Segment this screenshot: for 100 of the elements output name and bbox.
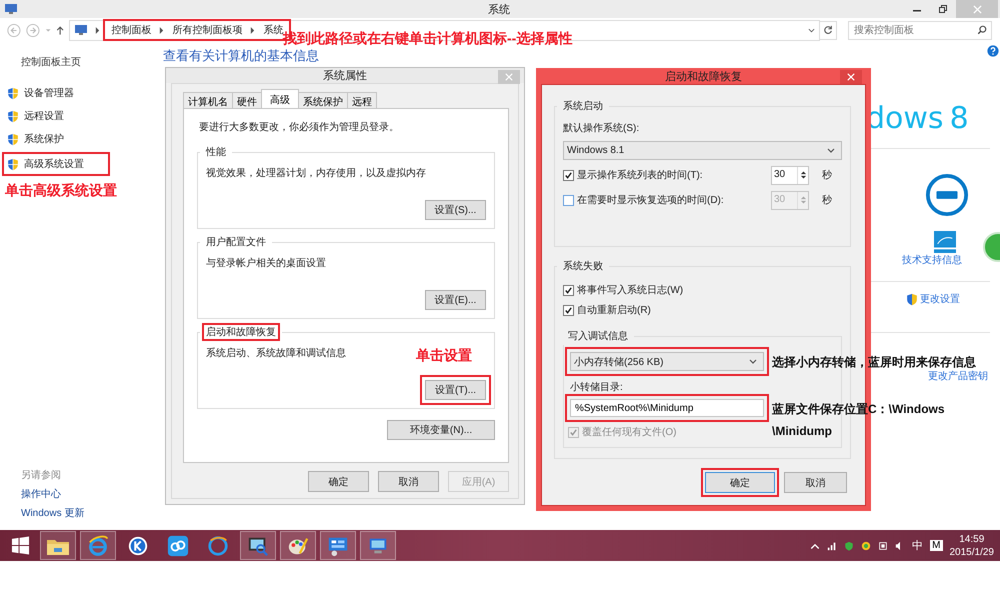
dialog-button[interactable]: 取消 [784,472,847,493]
computer-icon [4,3,18,15]
taskbar-app[interactable] [320,531,356,560]
sidebar-link[interactable]: 远程设置 [24,109,64,123]
checkmark-icon [564,170,573,180]
shield-icon[interactable] [844,540,854,550]
computer-icon [74,24,88,36]
sidebar-link[interactable]: 控制面板主页 [21,55,81,69]
checkbox-label: 显示操作系统列表的时间(T): [577,168,703,182]
tab[interactable]: 计算机名 [183,92,233,108]
checkbox-label: 自动重新启动(R) [577,304,651,317]
score-badge [980,232,1000,262]
breadcrumb-item[interactable]: 控制面板 [111,23,152,37]
close-icon [847,73,855,81]
group-title: 用户配置文件 [205,236,267,250]
restore-icon [938,4,948,14]
app-tray-icon[interactable] [861,540,872,550]
sidebar-link[interactable]: Windows 更新 [21,506,160,520]
group-description: 与登录帐户相关的桌面设置 [206,256,326,270]
up-arrow-icon[interactable] [56,24,64,36]
group-title: 系统失败 [562,260,604,274]
device-icon[interactable] [878,540,888,550]
taskbar-app[interactable] [280,531,316,560]
taskbar-app[interactable] [40,531,76,560]
group-title: 性能 [204,146,227,160]
settings-button[interactable]: 设置(T)... [425,380,486,400]
window-title: 系统 [488,2,510,17]
input-mode-indicator[interactable]: M [930,540,942,551]
taskbar-app[interactable] [240,531,276,560]
sidebar-link[interactable]: 操作中心 [21,487,160,501]
checkmark-icon [564,306,573,314]
tab[interactable]: 远程 [347,92,377,108]
environment-variables-button[interactable]: 环境变量(N)... [387,420,495,440]
taskbar-app[interactable] [80,531,116,560]
network-icon[interactable] [827,540,838,550]
clock-date: 2015/1/29 [950,546,994,558]
close-button[interactable] [840,70,862,84]
dialog-title: 系统属性 [323,68,367,83]
checkbox[interactable] [563,304,574,316]
windows-logo-icon[interactable] [11,536,30,555]
checkmark-icon [569,428,578,436]
dialog-button[interactable]: 确定 [308,471,369,492]
breadcrumb-item[interactable]: 系统 [263,23,284,37]
checkmark-icon [564,286,573,294]
logo-icon [925,173,969,217]
search-icon [977,24,987,34]
unit-label: 秒 [822,194,832,207]
settings-link[interactable]: 更改设置 [920,292,960,306]
breadcrumb-item[interactable]: 所有控制面板项 [172,23,242,37]
spinner-arrows-icon [800,194,806,206]
sidebar-link[interactable]: 系统保护 [24,132,64,146]
os-dropdown[interactable]: Windows 8.1 [563,141,842,160]
dump-type-dropdown[interactable]: 小内存转储(256 KB) [570,352,764,371]
dialog-button[interactable]: 取消 [378,471,439,492]
spinner-arrows-icon [800,169,806,181]
settings-button[interactable]: 设置(S)... [425,200,486,220]
k-circle-icon [127,534,149,556]
highlighted-group-title: 启动和故障恢复 [202,323,280,341]
sidebar-link[interactable]: 设备管理器 [24,86,74,100]
shield-icon [7,158,19,170]
browser-icon [207,534,229,556]
dropdown-icon[interactable] [808,26,816,34]
tab[interactable]: 硬件 [232,92,262,108]
shield-icon [7,86,19,100]
unit-label: 秒 [822,168,832,182]
tab[interactable]: 系统保护 [298,92,348,108]
dump-directory-field[interactable]: %SystemRoot%\Minidump [570,399,764,417]
shield-icon [7,132,19,146]
page-heading: 查看有关计算机的基本信息 [163,47,319,65]
product-key-link[interactable]: 更改产品密钥 [928,369,988,383]
input-method-indicator[interactable]: 中 [912,538,924,553]
field-label: 默认操作系统(S): [563,122,640,135]
browser-icon [87,534,109,556]
refresh-button[interactable] [820,20,837,40]
sidebar-link[interactable]: 高级系统设置 [24,157,84,171]
annotation-text: 找到此路径或在右键单击计算机图标--选择属性 [283,30,572,48]
section-heading: 另请参阅 [21,468,62,482]
annotation-text: 单击高级系统设置 [5,182,117,200]
close-icon [505,73,513,81]
dialog-title: 启动和故障恢复 [665,70,742,84]
chevron-icon [159,26,164,34]
support-link[interactable]: 技术支持信息 [902,253,962,267]
caret-icon [827,148,835,154]
dialog-button[interactable]: 确定 [705,472,775,493]
shield-icon [906,292,918,306]
checkbox[interactable] [563,284,574,296]
search-field[interactable]: 搜索控制面板 [848,20,992,40]
settings-button[interactable]: 设置(E)... [425,290,486,310]
number-spinner[interactable]: 30 [771,166,809,184]
shield-icon [7,110,19,122]
tab[interactable]: 高级 [261,89,299,108]
help-icon[interactable] [987,45,999,57]
info-text: 要进行大多数更改，你必须作为管理员登录。 [199,120,400,134]
group-description: 视觉效果，处理器计划，内存使用，以及虚拟内存 [206,166,426,180]
close-icon [972,4,982,14]
refresh-icon [823,25,834,35]
checkbox-label: 在需要时显示恢复选项的时间(D): [577,194,724,207]
checkbox[interactable] [563,170,574,180]
logo-text: 8 [950,104,969,134]
group-description: 系统启动、系统故障和调试信息 [206,346,346,360]
